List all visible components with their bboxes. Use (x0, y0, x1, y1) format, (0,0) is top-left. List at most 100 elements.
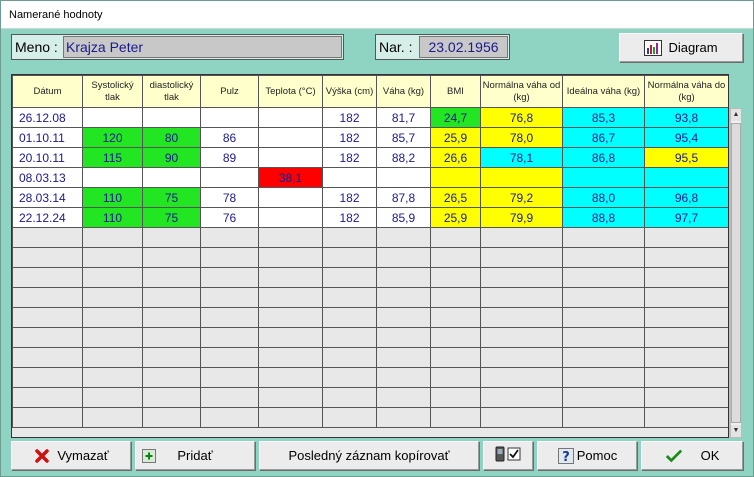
empty-cell[interactable] (12, 367, 83, 388)
empty-cell[interactable] (376, 287, 431, 308)
value-cell[interactable]: 87,8 (376, 187, 431, 208)
empty-cell[interactable] (562, 307, 645, 328)
empty-cell[interactable] (82, 247, 143, 268)
empty-cell[interactable] (644, 387, 728, 408)
empty-row[interactable] (12, 247, 728, 268)
empty-cell[interactable] (82, 387, 143, 408)
empty-cell[interactable] (644, 247, 728, 268)
value-cell[interactable]: 79,9 (480, 207, 563, 228)
empty-cell[interactable] (376, 387, 431, 408)
empty-cell[interactable] (82, 347, 143, 368)
empty-cell[interactable] (562, 247, 645, 268)
empty-cell[interactable] (258, 307, 323, 328)
value-cell[interactable]: 96,8 (644, 187, 728, 208)
empty-cell[interactable] (376, 367, 431, 388)
value-cell[interactable]: 88,8 (562, 207, 645, 228)
empty-cell[interactable] (12, 307, 83, 328)
empty-cell[interactable] (82, 287, 143, 308)
date-cell[interactable]: 22.12.24 (12, 207, 83, 228)
empty-cell[interactable] (200, 387, 259, 408)
empty-cell[interactable] (322, 247, 377, 268)
empty-cell[interactable] (376, 347, 431, 368)
value-cell[interactable]: 26,5 (430, 187, 481, 208)
value-cell[interactable]: 78 (200, 187, 259, 208)
value-cell[interactable]: 76 (200, 207, 259, 228)
value-cell[interactable]: 88,2 (376, 147, 431, 168)
empty-cell[interactable] (258, 247, 323, 268)
empty-cell[interactable] (200, 267, 259, 288)
date-cell[interactable]: 26.12.08 (12, 107, 83, 128)
value-cell[interactable] (200, 167, 259, 188)
empty-cell[interactable] (430, 307, 481, 328)
empty-cell[interactable] (142, 367, 201, 388)
empty-cell[interactable] (480, 347, 563, 368)
empty-cell[interactable] (12, 267, 83, 288)
value-cell[interactable]: 120 (82, 127, 143, 148)
empty-cell[interactable] (258, 407, 323, 428)
empty-row[interactable] (12, 347, 728, 368)
empty-cell[interactable] (430, 267, 481, 288)
value-cell[interactable]: 110 (82, 207, 143, 228)
empty-row[interactable] (12, 227, 728, 248)
ok-button[interactable]: OK (641, 441, 743, 470)
scroll-thumb[interactable] (731, 123, 741, 423)
value-cell[interactable] (258, 207, 323, 228)
empty-cell[interactable] (376, 267, 431, 288)
empty-cell[interactable] (480, 227, 563, 248)
table-row[interactable]: 28.03.14 110 75 78 182 87,8 26,5 79,2 88,0 96,8 (12, 187, 728, 208)
empty-cell[interactable] (200, 327, 259, 348)
empty-cell[interactable] (644, 367, 728, 388)
empty-cell[interactable] (480, 267, 563, 288)
empty-cell[interactable] (376, 307, 431, 328)
value-cell[interactable]: 38,1 (258, 167, 323, 188)
empty-cell[interactable] (200, 307, 259, 328)
empty-row[interactable] (12, 307, 728, 328)
empty-cell[interactable] (12, 407, 83, 428)
empty-cell[interactable] (644, 327, 728, 348)
date-cell[interactable]: 28.03.14 (12, 187, 83, 208)
empty-cell[interactable] (430, 247, 481, 268)
value-cell[interactable] (82, 107, 143, 128)
date-cell[interactable]: 01.10.11 (12, 127, 83, 148)
empty-cell[interactable] (322, 327, 377, 348)
empty-cell[interactable] (480, 407, 563, 428)
value-cell[interactable]: 81,7 (376, 107, 431, 128)
empty-cell[interactable] (322, 287, 377, 308)
value-cell[interactable] (142, 107, 201, 128)
empty-cell[interactable] (322, 387, 377, 408)
value-cell[interactable]: 75 (142, 187, 201, 208)
empty-row[interactable] (12, 267, 728, 288)
empty-cell[interactable] (82, 327, 143, 348)
empty-cell[interactable] (480, 367, 563, 388)
copy-last-record-button[interactable]: Posledný záznam kopírovať (259, 441, 479, 470)
value-cell[interactable] (562, 167, 645, 188)
empty-cell[interactable] (430, 227, 481, 248)
empty-cell[interactable] (258, 227, 323, 248)
value-cell[interactable]: 93,8 (644, 107, 728, 128)
empty-cell[interactable] (562, 387, 645, 408)
empty-cell[interactable] (322, 307, 377, 328)
empty-cell[interactable] (200, 247, 259, 268)
value-cell[interactable]: 25,9 (430, 127, 481, 148)
value-cell[interactable] (82, 167, 143, 188)
value-cell[interactable]: 75 (142, 207, 201, 228)
empty-cell[interactable] (644, 347, 728, 368)
empty-cell[interactable] (12, 227, 83, 248)
empty-cell[interactable] (562, 367, 645, 388)
date-cell[interactable]: 08.03.13 (12, 167, 83, 188)
empty-cell[interactable] (480, 287, 563, 308)
empty-cell[interactable] (258, 347, 323, 368)
empty-cell[interactable] (376, 227, 431, 248)
empty-cell[interactable] (480, 327, 563, 348)
value-cell[interactable]: 76,8 (480, 107, 563, 128)
value-cell[interactable]: 95,5 (644, 147, 728, 168)
empty-cell[interactable] (12, 347, 83, 368)
value-cell[interactable]: 25,9 (430, 207, 481, 228)
empty-cell[interactable] (562, 407, 645, 428)
empty-cell[interactable] (12, 247, 83, 268)
value-cell[interactable]: 182 (322, 127, 377, 148)
empty-cell[interactable] (430, 327, 481, 348)
table-row[interactable]: 08.03.13 38,1 (12, 167, 728, 188)
value-cell[interactable] (258, 187, 323, 208)
value-cell[interactable]: 182 (322, 187, 377, 208)
